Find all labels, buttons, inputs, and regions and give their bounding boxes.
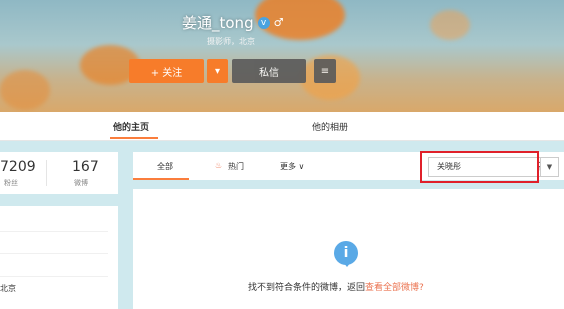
fans-label: 粉丝 [4,179,18,187]
profile-meta: 摄影师，北京 [207,37,255,46]
view-all-link[interactable]: 查看全部微博? [365,283,424,293]
stats-divider [46,160,47,186]
follow-button[interactable]: + 关注 [129,59,204,83]
username: 姜通_tong [182,14,254,32]
follow-dropdown-button[interactable]: ▾ [207,59,228,83]
caret-down-icon: ▾ [214,65,221,77]
filter-all[interactable]: 全部 [157,161,173,172]
weibo-count[interactable]: 167 [72,159,99,175]
username-row: 姜通_tong v ♂ [182,12,283,33]
divider [0,276,108,277]
verified-icon[interactable]: v [257,16,270,29]
info-panel: 北京 [0,206,118,309]
tab-album[interactable]: 他的相册 [312,120,348,133]
highlight-box [420,151,539,183]
filter-more[interactable]: 更多 ∨ [280,161,304,172]
gender-icon: ♂ [273,16,284,29]
cover-banner: 姜通_tong v ♂ 摄影师，北京 + 关注 ▾ 私信 ≡ [0,0,564,112]
stats-panel: 7209 粉丝 167 微博 [0,152,118,194]
weibo-label: 微博 [74,179,88,187]
divider [0,253,108,254]
feed-content: i 找不到符合条件的微博，返回查看全部微博? [133,189,564,309]
empty-message: 找不到符合条件的微博，返回查看全部微博? [248,280,424,293]
filter-hot[interactable]: 热门 [228,161,244,172]
divider [0,231,108,232]
message-button[interactable]: 私信 [232,59,306,83]
tab-home[interactable]: 他的主页 [113,120,149,133]
info-icon-tail [343,262,351,267]
active-tab-indicator [110,137,158,139]
profile-tabs: 他的主页 他的相册 [0,112,564,141]
empty-text: 找不到符合条件的微博，返回 [248,283,366,293]
location-text: 北京 [0,284,16,293]
active-filter-indicator [133,178,189,180]
menu-icon: ≡ [320,65,330,77]
fire-icon: ♨ [215,161,223,170]
more-menu-button[interactable]: ≡ [314,59,336,83]
search-dropdown-button[interactable]: ▼ [540,157,559,177]
fans-count[interactable]: 7209 [0,159,36,175]
